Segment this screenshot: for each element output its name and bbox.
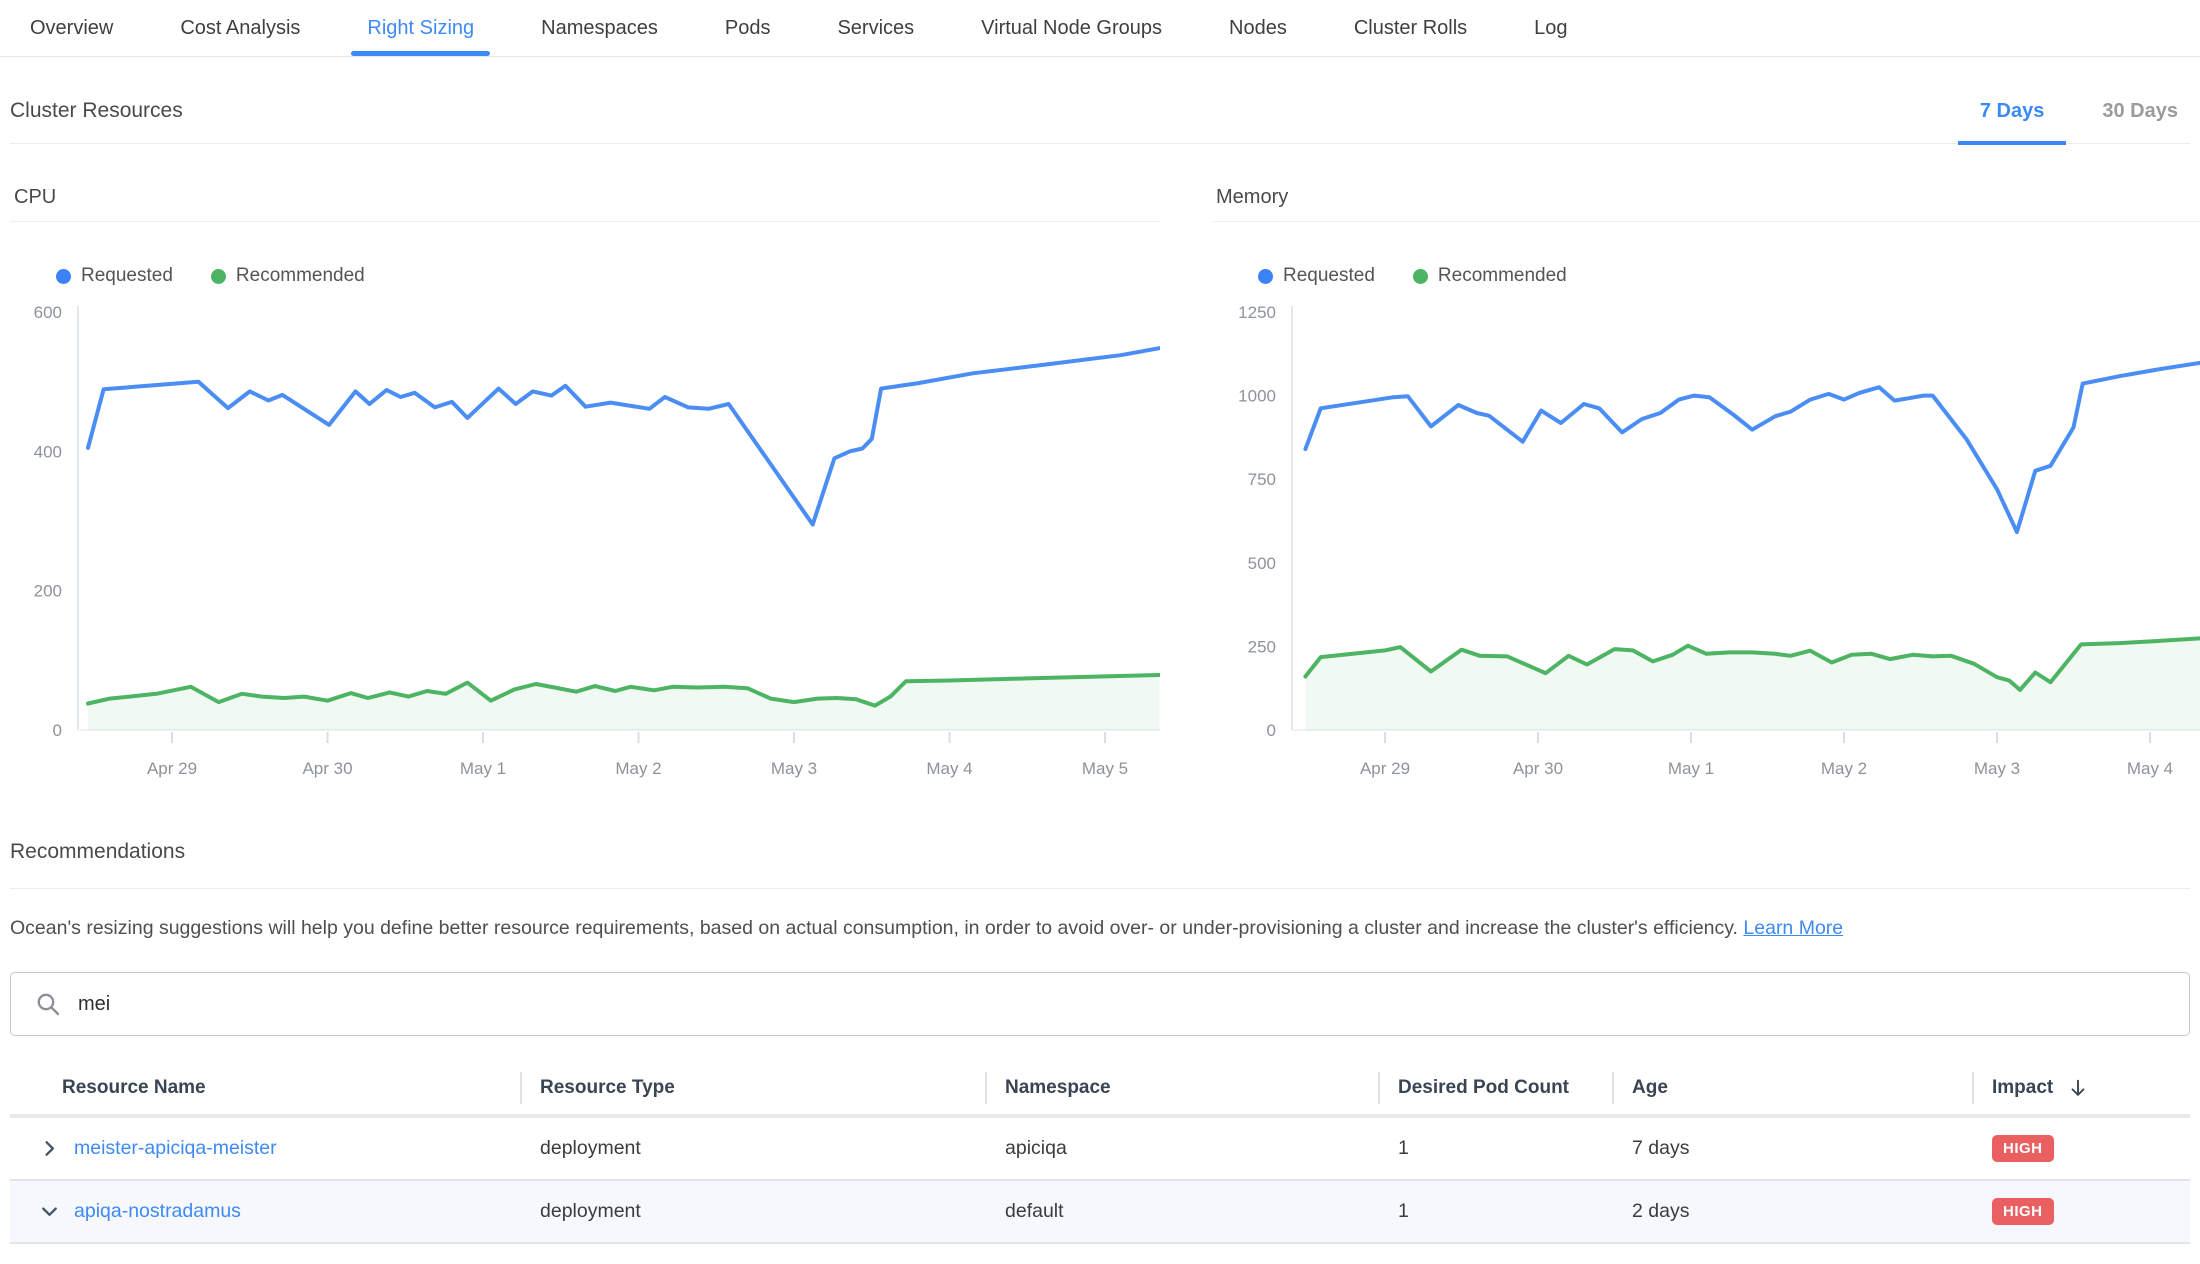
legend-requested: Requested <box>1258 265 1375 287</box>
table-header-row: Resource Name Resource Type Namespace De… <box>10 1062 2190 1118</box>
top-nav-tabs: Overview Cost Analysis Right Sizing Name… <box>0 0 2200 57</box>
column-header-impact[interactable]: Impact <box>1972 1062 2190 1114</box>
legend-recommended-label: Recommended <box>1438 265 1567 287</box>
namespace-cell: default <box>985 1181 1378 1242</box>
chevron-right-icon[interactable] <box>38 1137 61 1160</box>
recommendations-description: Ocean's resizing suggestions will help y… <box>10 917 2190 940</box>
cpu-chart-title: CPU <box>10 186 1160 222</box>
x-axis-label: May 3 <box>771 759 817 778</box>
legend-requested: Requested <box>56 265 173 287</box>
recommended-dot-icon <box>1413 269 1428 284</box>
column-header-age: Age <box>1612 1062 1972 1114</box>
column-header-desired-pod-count: Desired Pod Count <box>1378 1062 1612 1114</box>
legend-recommended: Recommended <box>1413 265 1567 287</box>
tab-services[interactable]: Services <box>837 0 914 56</box>
legend-recommended-label: Recommended <box>236 265 365 287</box>
charts-row: CPU Requested Recommended 0 200 400 600 Apr … <box>10 186 2190 782</box>
memory-line-chart: 0 250 500 750 1000 1250 Apr 29 Apr 30 May 1 May 2… <box>1212 302 2200 782</box>
desired-pod-count-cell: 1 <box>1378 1181 1612 1242</box>
y-axis-label: 600 <box>34 303 62 322</box>
y-axis-label: 0 <box>53 721 62 740</box>
x-axis-label: May 2 <box>1821 759 1867 778</box>
search-box <box>10 972 2190 1036</box>
x-axis-label: Apr 30 <box>302 759 352 778</box>
chevron-down-icon[interactable] <box>38 1200 61 1223</box>
cpu-chart-panel: CPU Requested Recommended 0 200 400 600 Apr … <box>10 186 1160 782</box>
x-axis-label: May 4 <box>926 759 972 778</box>
sort-desc-arrow-icon[interactable] <box>2067 1077 2089 1099</box>
tab-pods[interactable]: Pods <box>725 0 771 56</box>
requested-dot-icon <box>1258 269 1273 284</box>
tab-nodes[interactable]: Nodes <box>1229 0 1287 56</box>
y-axis-label: 750 <box>1248 470 1276 489</box>
x-axis-label: Apr 29 <box>147 759 197 778</box>
tab-cost-analysis[interactable]: Cost Analysis <box>180 0 300 56</box>
column-header-namespace: Namespace <box>985 1062 1378 1114</box>
impact-high-badge: HIGH <box>1992 1135 2054 1162</box>
x-axis-label: Apr 29 <box>1360 759 1410 778</box>
age-cell: 2 days <box>1612 1181 1972 1242</box>
cluster-resources-title: Cluster Resources <box>10 99 183 123</box>
tab-overview[interactable]: Overview <box>30 0 113 56</box>
resource-name-link[interactable]: apiqa-nostradamus <box>74 1200 241 1223</box>
impact-high-badge: HIGH <box>1992 1198 2054 1225</box>
y-axis-label: 500 <box>1248 554 1276 573</box>
x-axis-label: May 4 <box>2127 759 2173 778</box>
resource-name-link[interactable]: meister-apiciqa-meister <box>74 1137 277 1160</box>
x-axis-label: May 1 <box>460 759 506 778</box>
tab-cluster-rolls[interactable]: Cluster Rolls <box>1354 0 1467 56</box>
tab-namespaces[interactable]: Namespaces <box>541 0 658 56</box>
column-header-resource-name: Resource Name <box>10 1062 520 1114</box>
recommendations-title: Recommendations <box>10 840 2190 864</box>
age-cell: 7 days <box>1612 1118 1972 1179</box>
range-7-days-button[interactable]: 7 Days <box>1980 100 2045 123</box>
x-axis-label: May 3 <box>1974 759 2020 778</box>
y-axis-label: 250 <box>1248 637 1276 656</box>
x-axis-label: May 2 <box>615 759 661 778</box>
resource-type-cell: deployment <box>520 1118 985 1179</box>
requested-dot-icon <box>56 269 71 284</box>
tab-right-sizing[interactable]: Right Sizing <box>367 0 474 56</box>
time-range-toggle: 7 Days 30 Days <box>1980 100 2190 123</box>
cpu-chart-legend: Requested Recommended <box>56 264 1160 288</box>
table-row[interactable]: apiqa-nostradamus deployment default 1 2… <box>10 1181 2190 1244</box>
range-30-days-button[interactable]: 30 Days <box>2102 100 2178 123</box>
recommendations-description-text: Ocean's resizing suggestions will help y… <box>10 917 1738 939</box>
x-axis-label: Apr 30 <box>1513 759 1563 778</box>
legend-requested-label: Requested <box>81 265 173 287</box>
y-axis-label: 1000 <box>1238 387 1276 406</box>
namespace-cell: apiciqa <box>985 1118 1378 1179</box>
legend-requested-label: Requested <box>1283 265 1375 287</box>
desired-pod-count-cell: 1 <box>1378 1118 1612 1179</box>
search-input[interactable] <box>78 993 2189 1016</box>
recommendations-header: Recommendations <box>10 840 2190 889</box>
y-axis-label: 0 <box>1267 721 1276 740</box>
memory-chart-title: Memory <box>1212 186 2200 222</box>
recommendations-table: Resource Name Resource Type Namespace De… <box>10 1062 2190 1244</box>
x-axis-label: May 5 <box>1082 759 1128 778</box>
recommended-dot-icon <box>211 269 226 284</box>
learn-more-link[interactable]: Learn More <box>1743 917 1843 939</box>
y-axis-label: 200 <box>34 582 62 601</box>
table-row[interactable]: meister-apiciqa-meister deployment apici… <box>10 1118 2190 1181</box>
resource-type-cell: deployment <box>520 1181 985 1242</box>
y-axis-label: 1250 <box>1238 303 1276 322</box>
memory-chart-panel: Memory Requested Recommended 0 250 500 750 1… <box>1212 186 2200 782</box>
column-header-impact-label: Impact <box>1992 1077 2053 1099</box>
column-header-resource-type: Resource Type <box>520 1062 985 1114</box>
cpu-line-chart: 0 200 400 600 Apr 29 Apr 30 May 1 May 2 May 3 May… <box>10 302 1160 782</box>
tab-log[interactable]: Log <box>1534 0 1567 56</box>
search-icon <box>35 991 62 1018</box>
legend-recommended: Recommended <box>211 265 365 287</box>
memory-chart-legend: Requested Recommended <box>1258 264 2200 288</box>
cluster-resources-header: Cluster Resources 7 Days 30 Days <box>10 99 2190 144</box>
tab-virtual-node-groups[interactable]: Virtual Node Groups <box>981 0 1162 56</box>
x-axis-label: May 1 <box>1668 759 1714 778</box>
y-axis-label: 400 <box>34 442 62 461</box>
